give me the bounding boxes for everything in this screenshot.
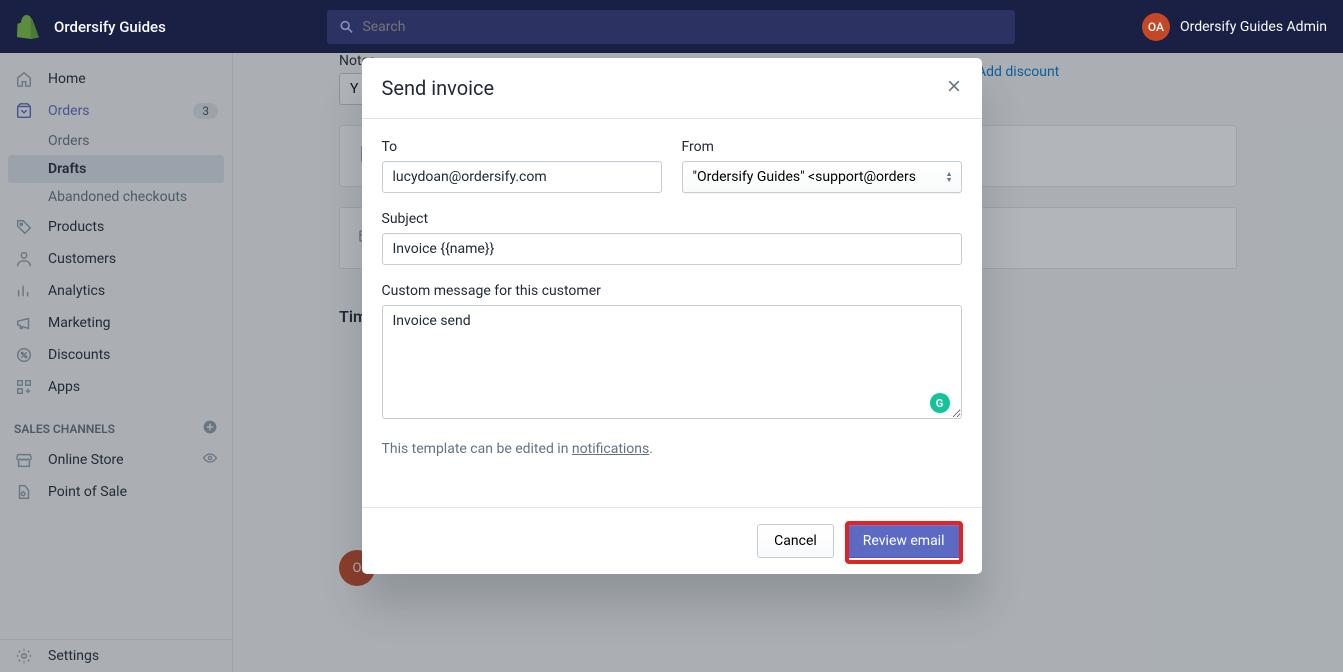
message-label: Custom message for this customer [382,283,962,299]
select-chevron-icon: ▲▼ [946,171,953,183]
notifications-link[interactable]: notifications [572,441,649,457]
from-value: "Ordersify Guides" <support@orders [693,169,916,185]
search-input[interactable] [362,19,1003,35]
close-button[interactable] [946,78,962,99]
template-note: This template can be edited in notificat… [382,441,962,457]
message-textarea[interactable] [382,305,962,419]
from-select[interactable]: "Ordersify Guides" <support@orders ▲▼ [682,161,962,193]
subject-label: Subject [382,211,962,227]
search-bar[interactable] [327,10,1015,44]
brand-name: Ordersify Guides [54,18,166,36]
shopify-logo-icon [16,15,40,39]
close-icon [946,78,962,94]
to-input[interactable] [382,161,662,193]
modal-title: Send invoice [382,76,495,100]
cancel-button[interactable]: Cancel [757,524,834,558]
search-icon [339,19,354,35]
review-email-button[interactable]: Review email [846,524,962,558]
subject-input[interactable] [382,233,962,265]
grammarly-icon[interactable]: G [930,393,950,413]
send-invoice-modal: Send invoice To From "Ordersify Guides" … [362,58,982,574]
user-menu[interactable]: OA Ordersify Guides Admin [1142,13,1327,41]
user-name: Ordersify Guides Admin [1180,19,1327,35]
from-label: From [682,139,962,155]
to-label: To [382,139,662,155]
avatar: OA [1142,13,1170,41]
top-bar: Ordersify Guides OA Ordersify Guides Adm… [0,0,1343,53]
